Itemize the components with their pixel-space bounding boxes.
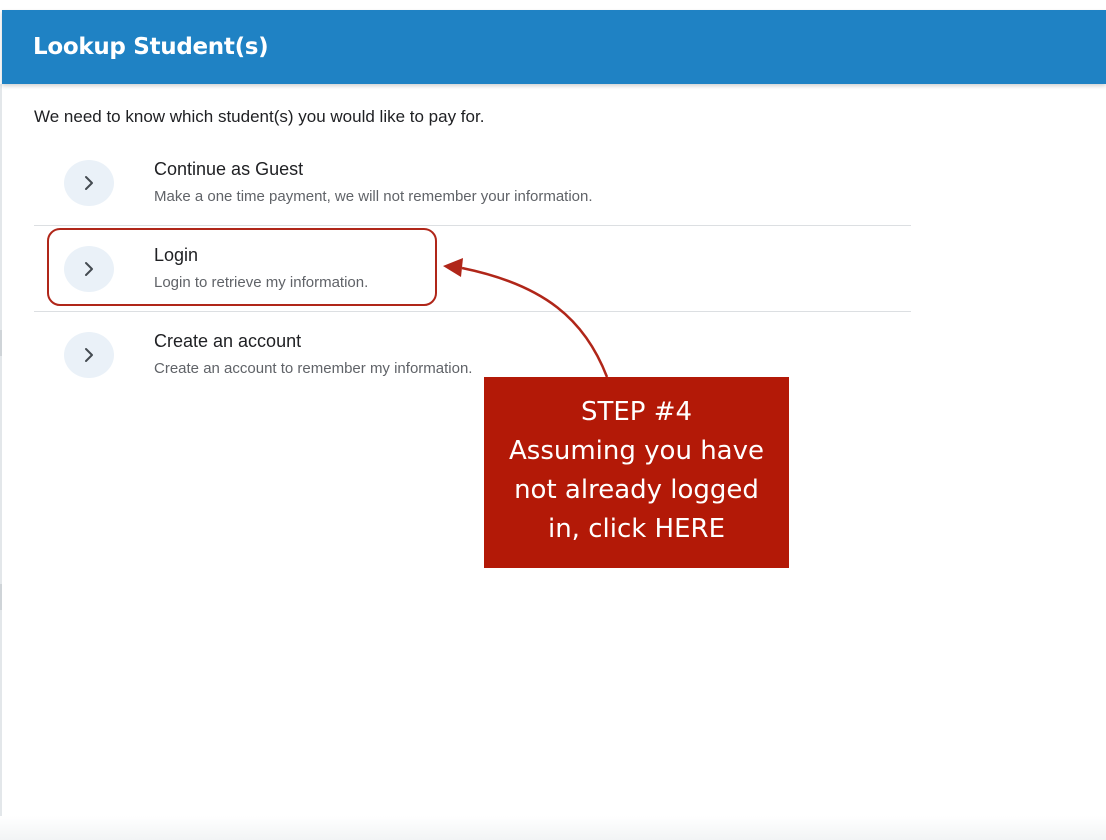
intro-text: We need to know which student(s) you wou… bbox=[34, 107, 485, 126]
option-subtitle: Create an account to remember my informa… bbox=[154, 360, 473, 377]
annotation-line: Assuming you have bbox=[509, 435, 764, 466]
left-edge-border bbox=[0, 84, 2, 840]
lookup-options-list: Continue as Guest Make a one time paymen… bbox=[34, 140, 911, 397]
left-edge-mark bbox=[0, 330, 2, 356]
left-edge-mark bbox=[0, 584, 2, 610]
option-title: Continue as Guest bbox=[154, 159, 304, 179]
option-continue-as-guest[interactable]: Continue as Guest Make a one time paymen… bbox=[34, 140, 911, 225]
annotation-line: in, click HERE bbox=[547, 513, 726, 544]
option-subtitle: Login to retrieve my information. bbox=[154, 274, 369, 291]
option-login[interactable]: Login Login to retrieve my information. bbox=[34, 225, 911, 311]
chevron-right-icon bbox=[64, 332, 114, 378]
chevron-right-icon bbox=[64, 246, 114, 292]
page-title: Lookup Student(s) bbox=[33, 34, 269, 60]
option-title: Login bbox=[154, 245, 199, 265]
annotation-callout: STEP #4 Assuming you have not already lo… bbox=[484, 377, 789, 568]
bottom-strip bbox=[0, 816, 1106, 840]
chevron-right-icon bbox=[64, 160, 114, 206]
option-title: Create an account bbox=[154, 331, 302, 351]
page-header: Lookup Student(s) bbox=[2, 10, 1106, 84]
annotation-line: not already logged bbox=[514, 474, 759, 505]
option-subtitle: Make a one time payment, we will not rem… bbox=[154, 188, 593, 205]
annotation-line: STEP #4 bbox=[580, 396, 693, 427]
